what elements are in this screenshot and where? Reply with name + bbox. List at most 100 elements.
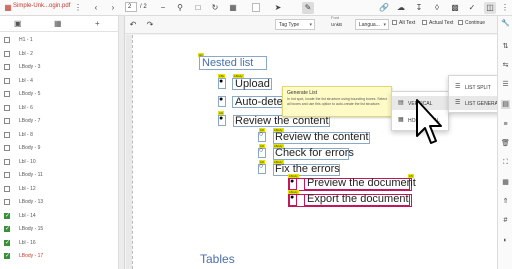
tag-list-label: LBody - 15 [19,226,44,232]
select-tool-icon[interactable]: ▦ [228,3,238,13]
rotate-icon[interactable]: ↻ [210,3,220,13]
menu-item-label: LIST SPLIT [465,85,491,91]
tag-checkbox[interactable] [4,77,10,84]
tag-list-item[interactable]: Lbl - 6 [0,102,119,115]
generate-list-tooltip: Generate List In hot spot, locate the li… [282,86,392,117]
heading-tables: Tables [200,252,235,266]
link-icon[interactable]: 🔗 [379,3,389,13]
tag-list-item[interactable]: Lbl - 16 [0,237,119,250]
next-page-icon[interactable]: › [108,3,118,13]
tag-type-dropdown[interactable]: Tag Type ▾ [275,19,315,30]
continue-checkbox[interactable]: Continue [458,20,485,26]
actual-text-checkbox[interactable]: Actual Text [422,20,453,26]
tag-checkbox[interactable] [4,252,10,259]
tag-checkbox[interactable] [4,104,10,111]
tag-list-item[interactable]: Lbl - 4 [0,75,119,88]
sort-icon[interactable]: ⇅ [501,42,510,51]
tag-list-item[interactable]: LBody - 17 [0,250,119,263]
bullet-icon: ● [290,194,295,201]
tag-checkbox[interactable] [4,118,10,124]
undo-icon[interactable]: ↶ [128,20,138,30]
tag-list-item[interactable]: LBody - 5 [0,88,119,101]
tag-list-item[interactable]: Lbl - 12 [0,183,119,196]
more-icon[interactable]: ⋮ [500,3,510,13]
tag-list-item[interactable]: LBody - 7 [0,115,119,128]
tag-list-item[interactable]: LBody - 3 [0,61,119,74]
sidebar-splitter[interactable] [119,16,125,269]
tag-list-label: LBody - 5 [19,91,41,97]
zoom-out-icon[interactable]: − [158,3,168,13]
zoom-icon[interactable]: ⚲ [175,3,185,13]
check-circle-icon[interactable]: ✓ [467,3,477,13]
tag-list-item[interactable]: LBody - 9 [0,142,119,155]
tag-list-item[interactable]: H1 - 1 [0,34,119,47]
wrench-icon[interactable]: 🔧 [501,19,510,28]
save-icon[interactable]: ▩ [450,3,460,13]
tag-checkbox[interactable] [4,199,10,205]
zoom-field[interactable] [252,3,260,12]
fit-icon[interactable]: ⛶ [501,158,510,167]
merge-icon[interactable]: ⇑ [501,197,510,206]
tag-list-label: Lbl - 10 [19,158,36,165]
tag-checkbox[interactable] [4,145,10,151]
tag-checkbox[interactable] [4,64,10,70]
redo-icon[interactable]: ↷ [145,20,155,30]
language-dropdown[interactable]: Langua... ▾ [355,19,389,30]
fit-page-icon[interactable]: □ [193,3,203,13]
tag-checkbox[interactable] [4,239,10,246]
download-icon[interactable]: ↧ [414,3,424,13]
tag-checkbox[interactable] [4,37,10,43]
tab-images-icon[interactable]: ▦ [54,19,62,28]
tag-list-item[interactable]: LBody - 11 [0,169,119,182]
file-name[interactable]: Simple-Unk...ogin.pdf [13,3,70,9]
tag-list-label: Lbl - 14 [19,212,36,219]
page-number-input[interactable]: 2 [125,2,137,12]
list-item-export: Export the document [307,193,409,205]
list-item-check-errors: Check for errors [275,147,354,159]
tag-checkbox[interactable] [4,91,10,97]
vertical-list-icon: ▤ [398,100,404,106]
tag-list-label: LBody - 7 [19,118,41,124]
tag-checkbox[interactable] [4,185,10,192]
tag-list-label: Lbl - 8 [19,131,33,138]
tag-checkbox[interactable] [4,172,10,178]
adjust-icon[interactable]: ◐ [501,236,510,245]
bullet-icon: ● [290,178,295,185]
tag-checkbox[interactable] [4,212,10,219]
document-viewport: H1 Nested list LBL ● LBody Upload ● Auto… [126,35,497,269]
circle-bullet-icon: ○ [259,147,264,154]
lines-icon[interactable]: ≡ [501,120,510,129]
alt-text-checkbox[interactable]: Alt Text [392,20,415,26]
prev-page-icon[interactable]: ‹ [91,3,101,13]
menu-icon[interactable]: ⋮ [73,3,83,13]
tag-list-item[interactable]: Lbl - 8 [0,129,119,142]
tag-list-item[interactable]: LBody - 13 [0,196,119,209]
hash-icon[interactable]: # [501,216,510,225]
tag-list-label: LBody - 3 [19,64,41,70]
add-tag-icon[interactable]: + [95,19,100,28]
tag-list-item[interactable]: Lbl - 14 [0,210,119,223]
tab-pages-icon[interactable]: ▣ [14,19,22,28]
tag-checkbox[interactable] [4,158,10,165]
tag-list-item[interactable]: Lbl - 2 [0,48,119,61]
trash-icon[interactable]: 🗑 [501,139,510,148]
tag-list-item[interactable]: Lbl - 10 [0,156,119,169]
tag-checkbox[interactable] [4,50,10,57]
list-icon[interactable]: ☰ [501,80,510,89]
cloud-upload-icon[interactable]: ☁ [396,3,406,13]
tag-list-label: Lbl - 16 [19,239,36,246]
tag-list-label: Lbl - 6 [19,104,33,111]
tag-icon[interactable]: ◊ [432,3,442,13]
list-tool-icon[interactable]: ▤ [501,100,510,109]
tag-list-label: Lbl - 2 [19,50,33,57]
shuffle-icon[interactable]: ⇆ [501,61,510,70]
font-value[interactable]: UnkB [327,19,349,30]
tag-list-item[interactable]: LBody - 15 [0,223,119,236]
grid-icon[interactable]: ▦ [501,178,510,187]
tag-checkbox[interactable] [4,131,10,138]
tag-checkbox[interactable] [4,225,10,232]
tag-tree-sidebar: ▣ ▦ + H1 - 1 Lbl - 2 LBody - 3 Lbl - 4 LBody… [0,16,119,269]
bullet-icon: ● [219,96,224,103]
cursor-tool-icon[interactable]: ➤ [273,3,283,13]
top-toolbar: ▦ Simple-Unk...ogin.pdf ⋮ ‹ › 2 / 2 − ⚲ … [0,0,512,16]
